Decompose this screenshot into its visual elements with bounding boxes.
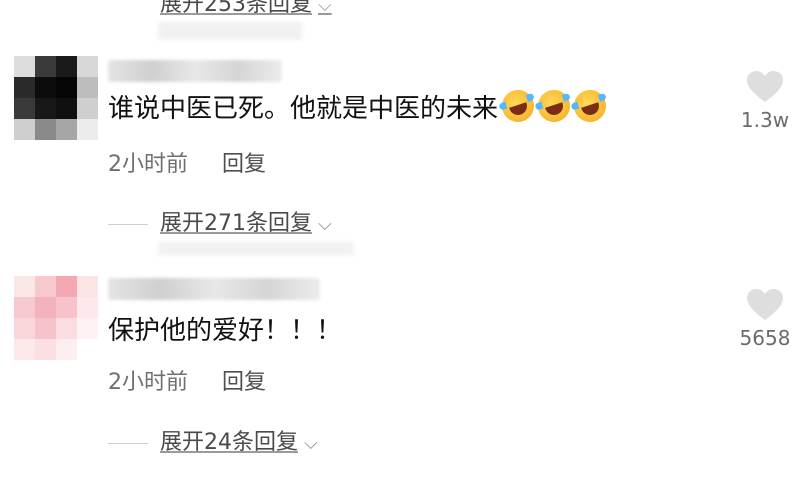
avatar-pixel [35,77,56,98]
comment-meta: 2小时前 回复 [108,364,266,396]
laughing-crying-emoji-icon [569,85,611,127]
avatar-pixel [56,119,77,140]
divider-line [108,223,148,225]
avatar-pixel [35,297,56,318]
comment-body: 保护他的爱好！！！ [108,316,343,346]
avatar-pixel [35,339,56,360]
like-button[interactable]: 1.3w [730,70,800,132]
timestamp: 2小时前 [108,152,188,177]
avatar[interactable] [14,276,98,360]
username-redacted[interactable] [108,60,282,82]
chevron-down-icon: ⌵ [304,433,318,454]
comment-list: 展开253条回复 ⌵ 谁说中医已死。他就是中医的未来 2小时前 回复 1.3w 展开… [0,0,812,480]
divider-line [108,442,148,444]
avatar-pixel [14,98,35,119]
avatar-pixel [77,56,98,77]
heart-icon[interactable] [746,70,784,104]
comment-body: 谁说中医已死。他就是中医的未来 [108,94,499,124]
avatar-pixel [14,276,35,297]
expand-replies-label: 展开253条回复 [160,0,312,17]
expand-replies-label: 展开271条回复 [160,211,312,236]
avatar-pixel [77,339,98,360]
avatar-pixel [77,98,98,119]
avatar-pixel [56,98,77,119]
username-redacted[interactable] [108,278,320,300]
avatar-pixel [14,339,35,360]
avatar-pixel [77,297,98,318]
avatar-pixel [56,318,77,339]
avatar-pixel [77,318,98,339]
avatar-pixel [56,56,77,77]
heart-icon[interactable] [746,288,784,322]
like-count: 5658 [739,326,791,350]
chevron-down-icon: ⌵ [318,214,332,235]
comment-meta: 2小时前 回复 [108,146,266,178]
avatar-pixel [35,276,56,297]
avatar-pixel [56,276,77,297]
comment-text: 保护他的爱好！！！ [108,310,342,347]
like-button[interactable]: 5658 [730,288,800,350]
avatar-pixel [35,318,56,339]
avatar-pixel [77,77,98,98]
redacted-strip [158,242,354,256]
avatar-pixel [35,119,56,140]
comment-text: 谁说中医已死。他就是中医的未来 [108,85,611,127]
like-count: 1.3w [740,108,790,132]
timestamp: 2小时前 [108,370,188,395]
expand-replies-link-prev[interactable]: 展开253条回复 ⌵ [160,0,332,18]
expand-replies-link[interactable]: 展开271条回复 ⌵ [108,205,332,237]
avatar-pixel [14,318,35,339]
redacted-strip [158,22,302,40]
avatar[interactable] [14,56,98,140]
avatar-pixel [14,119,35,140]
avatar-pixel [35,56,56,77]
avatar-pixel [14,56,35,77]
laughing-crying-emoji-icon [497,85,539,127]
laughing-crying-emoji-icon [533,85,575,127]
avatar-pixel [56,77,77,98]
expand-replies-label: 展开24条回复 [160,430,298,455]
avatar-pixel [14,297,35,318]
expand-replies-link[interactable]: 展开24条回复 ⌵ [108,424,318,456]
reply-button[interactable]: 回复 [222,152,266,177]
avatar-pixel [14,77,35,98]
avatar-pixel [77,276,98,297]
avatar-pixel [56,339,77,360]
chevron-down-icon: ⌵ [318,0,332,16]
reply-button[interactable]: 回复 [222,370,266,395]
avatar-pixel [56,297,77,318]
avatar-pixel [35,98,56,119]
avatar-pixel [77,119,98,140]
